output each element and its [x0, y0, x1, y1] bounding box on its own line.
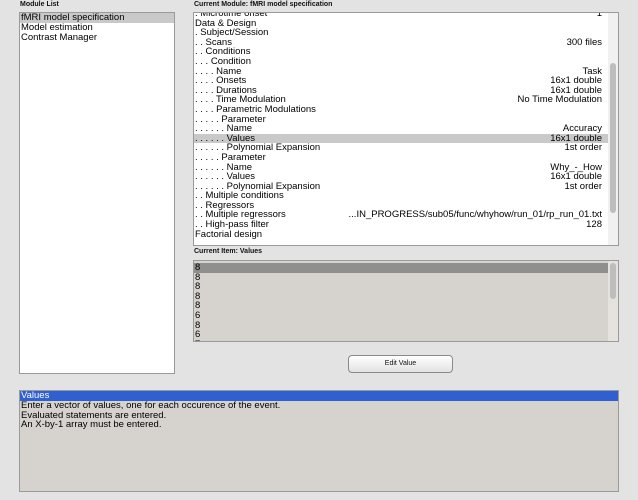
item-value-row[interactable]: 8	[194, 320, 608, 331]
tree-row-value: 1st order	[564, 180, 603, 192]
module-list-item[interactable]: Contrast Manager	[20, 33, 174, 43]
item-value-row[interactable]: 8	[194, 272, 608, 283]
item-rows: 888886867	[194, 263, 608, 341]
item-value-row[interactable]: 6	[194, 330, 608, 340]
tree-scroll-thumb[interactable]	[610, 63, 616, 213]
tree-row-value: ...IN_PROGRESS/sub05/func/whyhow/run_01/…	[348, 209, 602, 221]
current-module-tree[interactable]: . Microtime onset 1 Data & Design. Subject…	[193, 12, 619, 246]
tree-row[interactable]: . . . . . . Name Why_-_How	[194, 162, 608, 173]
item-scrollbar[interactable]	[608, 261, 618, 341]
tree-row[interactable]: Factorial design	[194, 230, 608, 240]
tree-row-value: 128	[586, 219, 602, 231]
module-list-panel[interactable]: fMRI model specification Model estimatio…	[19, 12, 175, 374]
tree-row[interactable]: . . . . Name Task	[194, 66, 608, 77]
tree-row-value: No Time Modulation	[517, 94, 602, 106]
tree-row[interactable]: . . Conditions	[194, 47, 608, 57]
help-panel: Values Enter a vector of values, one for…	[19, 390, 619, 492]
tree-row[interactable]: . . Scans 300 files	[194, 38, 608, 48]
item-scroll-thumb[interactable]	[610, 263, 616, 299]
tree-row[interactable]: . . . . . Parameter	[194, 153, 608, 163]
tree-row[interactable]: . . . Condition	[194, 57, 608, 67]
tree-row-value: 1	[596, 12, 602, 19]
tree-scrollbar[interactable]	[608, 13, 618, 245]
current-item-header: Current Item: Values	[194, 248, 263, 255]
current-item-list[interactable]: 888886867	[193, 260, 619, 342]
tree-row[interactable]: . . . . . . Name Accuracy	[194, 124, 608, 134]
current-module-header: Current Module: fMRI model specification	[194, 1, 333, 8]
tree-row-value: 1st order	[564, 142, 603, 154]
item-value-row[interactable]: 8	[194, 282, 608, 292]
tree-row-label: Factorial design	[195, 228, 263, 240]
item-value-row[interactable]: 6	[194, 311, 608, 321]
tree-row[interactable]: . Subject/Session	[194, 28, 608, 38]
module-list-header: Module List	[20, 1, 59, 8]
tree-row[interactable]: . . . . . Parameter	[194, 114, 608, 125]
tree-rows: . Microtime onset 1 Data & Design. Subject…	[194, 12, 608, 240]
item-value-row[interactable]: 8	[194, 263, 608, 273]
module-list-item-label: Contrast Manager	[21, 32, 98, 43]
edit-value-button[interactable]: Edit Value	[348, 355, 453, 373]
item-value: 7	[195, 340, 200, 341]
tree-row[interactable]: . . Multiple conditions	[194, 191, 608, 201]
tree-row-value: 300 files	[566, 36, 602, 48]
item-value-row[interactable]: 8	[194, 292, 608, 302]
item-value-row[interactable]: 7	[194, 340, 608, 341]
item-value-row[interactable]: 8	[194, 301, 608, 311]
tree-row[interactable]: . Microtime onset 1	[194, 12, 608, 19]
help-line: An X-by-1 array must be entered.	[21, 419, 162, 431]
